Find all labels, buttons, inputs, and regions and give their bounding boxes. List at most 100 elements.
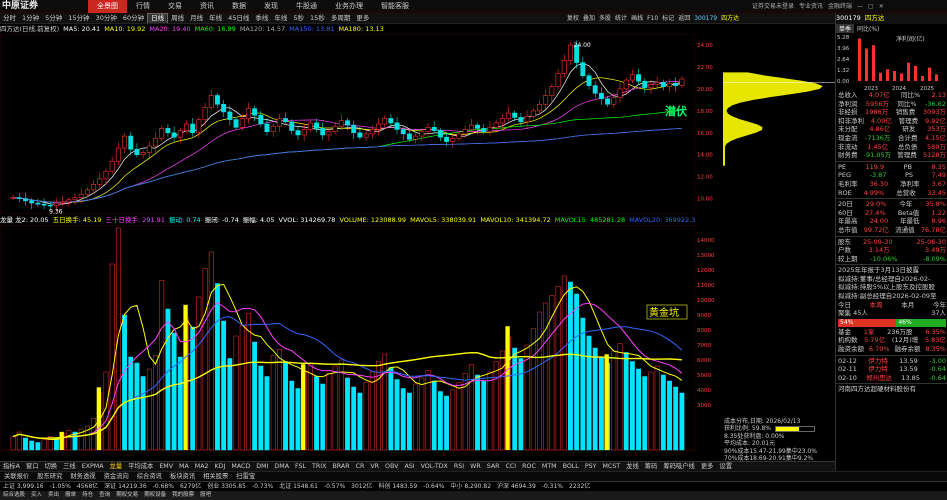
news-item[interactable]: 拟减持:持股5%以上股东及控股股	[836, 283, 947, 292]
indicator-tab[interactable]: KDJ	[212, 462, 229, 471]
indicator-tab[interactable]: CR	[353, 462, 368, 471]
period-button[interactable]: 15分钟	[65, 13, 92, 23]
period-button[interactable]: 5秒	[290, 13, 307, 23]
period-button[interactable]: 月线	[187, 13, 206, 23]
tool-button[interactable]: F10	[645, 13, 660, 24]
task-button[interactable]: 买入	[28, 491, 45, 500]
task-button[interactable]: 查询	[96, 491, 113, 500]
task-button[interactable]: 我的股票	[169, 491, 197, 500]
indicator-tab[interactable]: DMA	[271, 462, 292, 471]
tool-button[interactable]: 返回	[676, 13, 692, 24]
indicator-tab[interactable]: 窗口	[23, 462, 42, 471]
indicator-tab[interactable]: MACD	[228, 462, 253, 471]
indicator-tab[interactable]: RSI	[451, 462, 467, 471]
period-button[interactable]: 45日线	[225, 13, 252, 23]
flow-tab[interactable]: 本月	[901, 301, 914, 310]
volume-indicator-chart[interactable]: 黄金坑	[0, 225, 695, 461]
indicator-tab[interactable]: 龙量	[107, 462, 126, 471]
period-button[interactable]: 日线	[147, 13, 169, 23]
task-button[interactable]: 股吧	[197, 491, 214, 500]
task-button[interactable]: 期权交易	[113, 491, 141, 500]
function-tab[interactable]: 板块资讯	[166, 472, 199, 481]
indicator-tab[interactable]: MTM	[539, 462, 560, 471]
period-button[interactable]: 15秒	[307, 13, 328, 23]
indicator-tab[interactable]: 指标A	[0, 462, 23, 471]
task-button[interactable]: 持仓	[79, 491, 96, 500]
menu-item[interactable]: 交易	[159, 0, 191, 13]
period-button[interactable]: 年线	[271, 13, 290, 23]
task-button[interactable]: 综合选股	[0, 491, 28, 500]
indicator-tab[interactable]: TRIX	[309, 462, 329, 471]
indicator-tab[interactable]: EXPMA	[79, 462, 107, 471]
menu-item[interactable]: 全景图	[88, 0, 127, 13]
function-tab[interactable]: 股东研究	[33, 472, 66, 481]
tool-button[interactable]: 统计	[613, 13, 629, 24]
indicator-tab[interactable]: EMV	[156, 462, 176, 471]
menu-item[interactable]: 智能客服	[372, 0, 418, 13]
period-button[interactable]: 分时	[0, 13, 19, 23]
indicator-tab[interactable]: 设置	[716, 462, 735, 471]
indicator-tab[interactable]: BOLL	[560, 462, 582, 471]
header-link[interactable]: 专业资讯	[799, 0, 823, 13]
indicator-tab[interactable]: 切换	[42, 462, 61, 471]
indicator-tab[interactable]: MCST	[599, 462, 623, 471]
function-tab[interactable]: 相关股票	[199, 472, 232, 481]
indicator-tab[interactable]: CCI	[503, 462, 520, 471]
indicator-tab[interactable]: BRAR	[329, 462, 352, 471]
indicator-tab[interactable]: DMI	[253, 462, 271, 471]
task-button[interactable]: 撤单	[62, 491, 79, 500]
tool-button[interactable]: 标记	[660, 13, 676, 24]
tab-quarterly[interactable]: 单季	[836, 24, 855, 33]
login-status[interactable]: 证券交易未登录	[752, 0, 794, 13]
tool-button[interactable]: 叠加	[581, 13, 597, 24]
tool-button[interactable]: 多股	[597, 13, 613, 24]
indicator-tab[interactable]: SAR	[484, 462, 503, 471]
indicator-tab[interactable]: VOL-TDX	[418, 462, 451, 471]
indicator-tab[interactable]: 筹码吸户线	[660, 462, 697, 471]
function-tab[interactable]: 扫雷宝	[232, 472, 259, 481]
period-button[interactable]: 1分钟	[19, 13, 42, 23]
function-tab[interactable]: 财务透视	[66, 472, 99, 481]
menu-item[interactable]: 业务办理	[326, 0, 372, 13]
indicator-tab[interactable]: 平均成本	[125, 462, 156, 471]
minimize-icon[interactable]: —	[857, 0, 863, 13]
menu-item[interactable]: 牛股通	[287, 0, 326, 13]
menu-item[interactable]: 资讯	[191, 0, 223, 13]
indicator-tab[interactable]: VR	[367, 462, 382, 471]
period-button[interactable]: 多周期	[328, 13, 354, 23]
calendar-note[interactable]: 河南四方达超硬材料股份有	[836, 385, 947, 394]
indicator-tab[interactable]: 筹码	[642, 462, 661, 471]
indicator-tab[interactable]: MA	[176, 462, 192, 471]
news-item[interactable]: 拟减持:副总经理自2026-02-09至	[836, 292, 947, 301]
period-button[interactable]: 60分钟	[120, 13, 147, 23]
candlestick-chart[interactable]: 24.00 9.36 潜伏	[0, 34, 695, 214]
close-icon[interactable]: ✕	[879, 0, 884, 13]
menu-item[interactable]: 行情	[127, 0, 159, 13]
indicator-tab[interactable]: MA2	[192, 462, 212, 471]
indicator-tab[interactable]: ROC	[519, 462, 539, 471]
period-button[interactable]: 年线	[206, 13, 225, 23]
menu-item[interactable]: 数据	[223, 0, 255, 13]
indicator-tab[interactable]: PSY	[582, 462, 600, 471]
indicator-tab[interactable]: OBV	[382, 462, 401, 471]
period-button[interactable]: 30分钟	[93, 13, 120, 23]
indicator-tab[interactable]: ASI	[401, 462, 417, 471]
indicator-tab[interactable]: 三线	[60, 462, 79, 471]
function-tab[interactable]: 资金流向	[100, 472, 133, 481]
flow-tab[interactable]: 今日	[838, 301, 851, 310]
period-button[interactable]: 周线	[168, 13, 187, 23]
tool-button[interactable]: 复权	[565, 13, 581, 24]
menu-item[interactable]: 发现	[255, 0, 287, 13]
indicator-tab[interactable]: 龙线	[623, 462, 642, 471]
indicator-tab[interactable]: 更多	[698, 462, 717, 471]
indicator-tab[interactable]: WR	[467, 462, 484, 471]
function-tab[interactable]: 关联报价	[0, 472, 33, 481]
period-button[interactable]: 更多	[353, 13, 372, 23]
period-button[interactable]: 5分钟	[42, 13, 65, 23]
tab-yoy[interactable]: 同比(%)	[857, 24, 879, 33]
tool-button[interactable]: 画线	[629, 13, 645, 24]
function-tab[interactable]: 综合资讯	[133, 472, 166, 481]
maximize-icon[interactable]: ▢	[868, 0, 874, 13]
period-button[interactable]: 季线	[252, 13, 271, 23]
header-link[interactable]: 金融终端	[828, 0, 852, 13]
